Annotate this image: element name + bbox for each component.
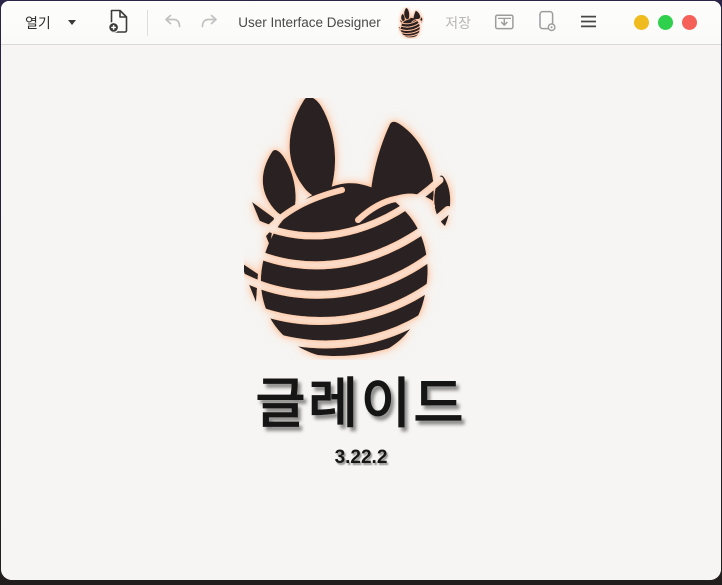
- project-properties-button[interactable]: [536, 6, 559, 39]
- maximize-button[interactable]: [658, 15, 673, 30]
- version-text: 3.22.2: [334, 447, 388, 468]
- headerbar-right-group: 저장: [398, 6, 697, 39]
- toolbar-separator: [146, 9, 148, 36]
- open-button-label: 열기: [25, 14, 51, 31]
- window-title: User Interface Designer: [238, 15, 381, 30]
- headerbar: 열기 User Interface Designer 저장: [1, 1, 721, 45]
- open-button[interactable]: 열기: [23, 9, 78, 37]
- splash-area: 글레이드 3.22.2: [1, 45, 721, 580]
- redo-button[interactable]: [198, 9, 221, 36]
- undo-button[interactable]: [161, 9, 184, 36]
- hamburger-icon: [580, 15, 597, 31]
- glade-flame-logo: [240, 96, 456, 365]
- app-name-text: 글레이드: [255, 374, 467, 434]
- headerbar-left-group: 열기: [23, 5, 221, 41]
- undo-icon: [163, 13, 182, 32]
- save-as-button[interactable]: [492, 8, 517, 38]
- menu-button[interactable]: [578, 11, 599, 35]
- desktop-background: 열기 User Interface Designer 저장 글레이드 3.22.…: [0, 0, 722, 585]
- chevron-down-icon[interactable]: [67, 20, 76, 25]
- save-tray-icon: [494, 12, 515, 34]
- new-document-icon: [107, 9, 130, 37]
- minimize-button[interactable]: [634, 15, 649, 30]
- new-project-button[interactable]: [105, 5, 132, 41]
- glade-window: 열기 User Interface Designer 저장 글레이드 3.22.…: [1, 1, 721, 580]
- save-button[interactable]: 저장: [445, 13, 471, 33]
- redo-icon: [200, 13, 219, 32]
- document-gear-icon: [538, 10, 557, 35]
- glade-flame-icon: [398, 7, 424, 39]
- close-button[interactable]: [682, 15, 697, 30]
